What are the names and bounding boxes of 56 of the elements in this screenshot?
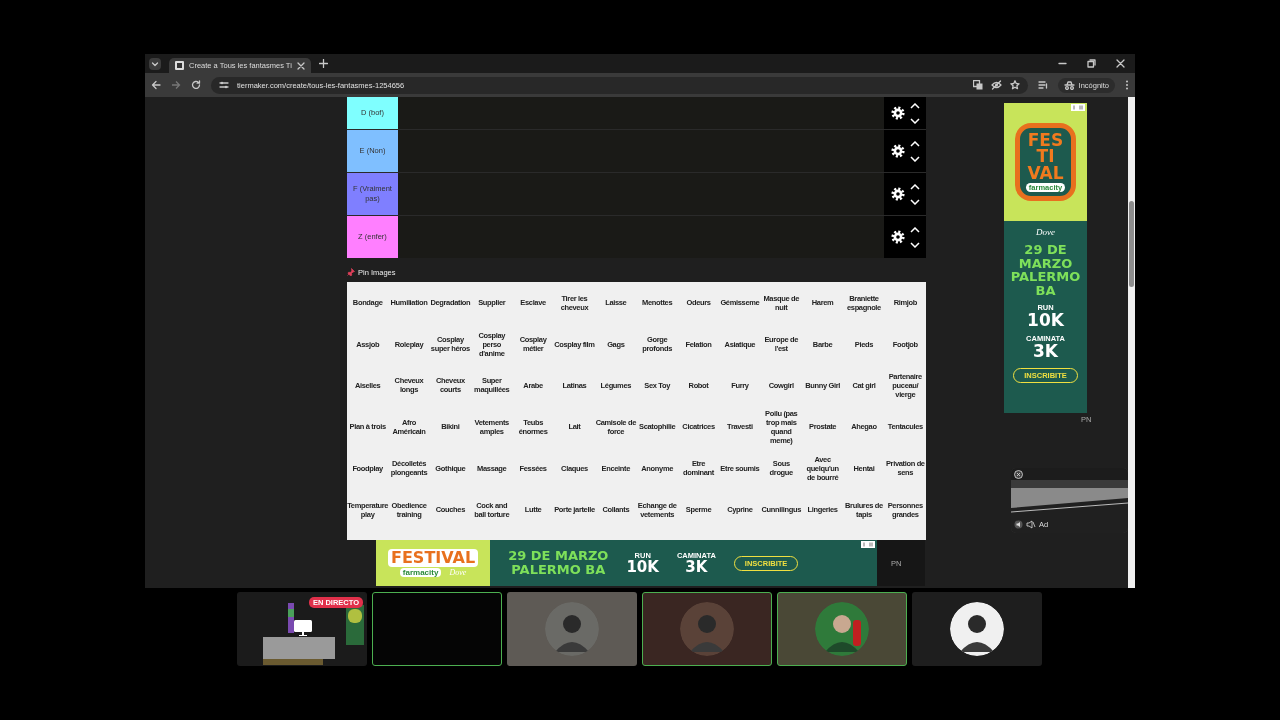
ad-headline: VAL bbox=[1027, 164, 1064, 181]
close-icon[interactable] bbox=[1014, 470, 1023, 479]
ad-date-text: MARZO bbox=[1018, 256, 1073, 271]
sponsor-label: Dove bbox=[449, 567, 467, 577]
ad-date-text: 29 DE MARZO bbox=[508, 548, 609, 563]
close-icon[interactable] bbox=[296, 61, 305, 70]
sponsor-label: Dove bbox=[1036, 227, 1055, 237]
new-tab-icon[interactable] bbox=[318, 59, 328, 68]
brand-label: farmacity bbox=[399, 567, 442, 577]
settings-icon[interactable] bbox=[890, 144, 905, 158]
star-icon[interactable] bbox=[1009, 80, 1020, 90]
chevron-down-icon[interactable] bbox=[909, 198, 920, 205]
participant-tile[interactable] bbox=[372, 592, 502, 666]
back-icon[interactable] bbox=[151, 80, 161, 90]
site-icon bbox=[175, 61, 184, 70]
ad-headline: FES bbox=[1027, 132, 1064, 149]
ad-headline: TI bbox=[1036, 148, 1055, 165]
tab-search-icon[interactable] bbox=[149, 57, 161, 70]
participant-tile[interactable] bbox=[912, 592, 1042, 666]
monitor-icon bbox=[294, 620, 312, 636]
chevron-up-icon[interactable] bbox=[909, 226, 920, 233]
ad-date-text: PALERMO bbox=[1010, 270, 1081, 284]
eye-off-icon[interactable] bbox=[990, 80, 1002, 90]
media-icon[interactable] bbox=[1037, 80, 1048, 90]
settings-icon[interactable] bbox=[890, 187, 905, 201]
pin-icon[interactable] bbox=[347, 268, 355, 276]
ad-headline: FESTIVAL bbox=[388, 549, 479, 567]
ad-date-text: 29 DE bbox=[1024, 243, 1067, 257]
chevron-up-icon[interactable] bbox=[909, 102, 920, 109]
reload-icon[interactable] bbox=[191, 80, 201, 90]
menu-icon[interactable] bbox=[1125, 80, 1129, 90]
chevron-down-icon[interactable] bbox=[909, 155, 920, 162]
site-info-icon[interactable] bbox=[219, 80, 229, 90]
volume-icon[interactable] bbox=[1014, 520, 1023, 529]
ad-text: 3K bbox=[1033, 342, 1058, 360]
ad-date-text: BA bbox=[1035, 283, 1056, 298]
ad-text: 3K bbox=[685, 560, 708, 575]
settings-icon[interactable] bbox=[890, 230, 905, 244]
chevron-up-icon[interactable] bbox=[909, 140, 920, 147]
settings-icon[interactable] bbox=[890, 106, 905, 120]
ad-text: 10K bbox=[626, 560, 659, 575]
participant-tile[interactable] bbox=[507, 592, 637, 666]
ad-text: 10K bbox=[1027, 311, 1064, 329]
participant-tile[interactable] bbox=[777, 592, 907, 666]
incognito-icon bbox=[1063, 80, 1075, 90]
participant-tile[interactable] bbox=[642, 592, 772, 666]
translate-icon[interactable] bbox=[972, 80, 983, 90]
chevron-down-icon[interactable] bbox=[909, 117, 920, 124]
restore-icon[interactable] bbox=[1087, 59, 1096, 68]
speaker-muted-icon[interactable] bbox=[1026, 520, 1036, 529]
forward-icon bbox=[171, 80, 181, 90]
chevron-down-icon[interactable] bbox=[909, 241, 920, 248]
chevron-up-icon[interactable] bbox=[909, 183, 920, 190]
ad-date-text: PALERMO BA bbox=[511, 563, 606, 578]
close-icon[interactable] bbox=[1116, 59, 1125, 68]
scrollbar[interactable] bbox=[1128, 97, 1135, 588]
